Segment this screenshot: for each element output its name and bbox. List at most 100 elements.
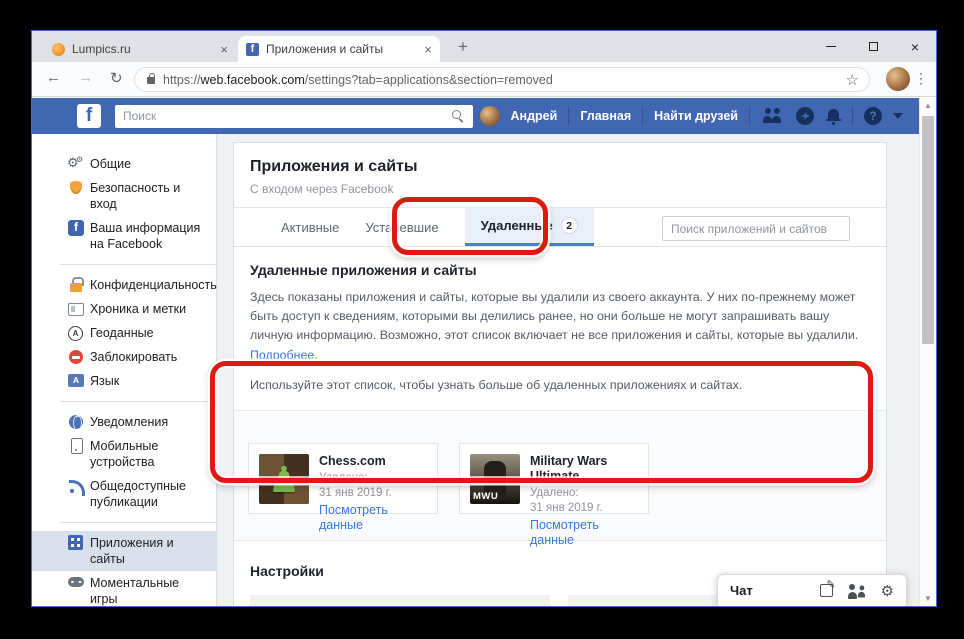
scrollbar-thumb[interactable] — [922, 116, 934, 344]
tab-close-icon[interactable]: × — [424, 42, 432, 57]
page-scrollbar[interactable]: ▲ ▼ — [919, 98, 936, 606]
forward-button[interactable]: → — [78, 69, 93, 86]
apps-websites-games-panel[interactable]: ⚙ Приложения, сайты и игры — [250, 595, 550, 606]
tab-active-apps[interactable]: Активные — [281, 208, 339, 246]
sidebar-item-label: Мобильные устройства — [90, 439, 158, 469]
sidebar-item-general[interactable]: Общие — [32, 152, 216, 176]
lock-icon — [68, 277, 84, 293]
rss-icon — [68, 478, 84, 494]
help-icon[interactable]: ? — [864, 107, 882, 125]
profile-avatar[interactable] — [480, 106, 500, 126]
facebook-navbar: f Андрей Главная Найти друзей — [32, 98, 919, 134]
facebook-search-input[interactable] — [123, 109, 452, 123]
friend-requests-icon[interactable] — [761, 108, 785, 124]
new-tab-button[interactable]: + — [452, 35, 474, 59]
address-bar[interactable]: https://web.facebook.com/settings?tab=ap… — [134, 67, 870, 92]
scroll-down-icon[interactable]: ▼ — [920, 594, 936, 603]
sidebar-item-timeline[interactable]: Хроника и метки — [32, 297, 216, 321]
navbar-right: Андрей Главная Найти друзей ? — [480, 106, 903, 126]
sidebar-item-label: Заблокировать — [90, 350, 177, 364]
sidebar-item-blocking[interactable]: Заблокировать — [32, 345, 216, 369]
facebook-logo-icon[interactable]: f — [77, 104, 101, 128]
sidebar-item-label: Приложения и сайты — [90, 536, 174, 566]
view-data-link[interactable]: Посмотреть данные — [319, 503, 427, 533]
apps-search-input[interactable] — [662, 216, 850, 241]
card-header: Приложения и сайты С входом через Facebo… — [234, 143, 886, 207]
profile-link[interactable]: Андрей — [511, 109, 558, 123]
browser-tab-lumpics[interactable]: Lumpics.ru × — [44, 36, 236, 62]
divider — [60, 264, 216, 265]
browser-profile-avatar[interactable] — [886, 67, 910, 91]
phone-icon — [68, 438, 84, 454]
sidebar-item-label: Общие — [90, 157, 131, 171]
home-link[interactable]: Главная — [580, 109, 631, 123]
back-button[interactable]: ← — [46, 69, 61, 86]
search-icon[interactable] — [452, 110, 465, 123]
chat-label: Чат — [730, 583, 820, 598]
sidebar-item-location[interactable]: Геоданные — [32, 321, 216, 345]
language-icon: A — [68, 374, 84, 387]
sidebar-item-your-info[interactable]: f Ваша информация на Facebook — [32, 216, 216, 256]
gamepad-icon — [68, 577, 84, 593]
tab-close-icon[interactable]: × — [220, 42, 228, 57]
facebook-page: f Андрей Главная Найти друзей — [32, 98, 919, 606]
sidebar-item-mobile[interactable]: Мобильные устройства — [32, 434, 216, 474]
url-path: /settings?tab=applications&section=remov… — [305, 73, 553, 87]
divider — [749, 106, 750, 126]
chat-icons: ⚙ — [820, 582, 894, 600]
removed-count-badge: 2 — [561, 217, 578, 234]
sidebar-item-security[interactable]: Безопасность и вход — [32, 176, 216, 216]
sidebar-item-public-posts[interactable]: Общедоступные публикации — [32, 474, 216, 514]
apps-tabs-row: Активные Устаревшие Удаленные 2 — [234, 207, 886, 247]
url-scheme: https:// — [163, 73, 201, 87]
people-icon[interactable] — [848, 584, 866, 598]
sidebar-item-privacy[interactable]: Конфиденциальность — [32, 273, 216, 297]
reload-button[interactable]: ↻ — [110, 69, 123, 87]
learn-more-link[interactable]: Подробнее. — [250, 348, 318, 362]
sidebar-item-label: Геоданные — [90, 326, 154, 340]
page-subtitle: С входом через Facebook — [250, 182, 870, 196]
browser-window: Lumpics.ru × f Приложения и сайты × + × … — [31, 30, 937, 607]
maximize-button[interactable] — [852, 31, 894, 62]
bookmark-star-icon[interactable]: ☆ — [846, 71, 859, 89]
window-controls: × — [810, 31, 936, 62]
section-heading: Удаленные приложения и сайты — [250, 262, 870, 278]
divider — [60, 522, 216, 523]
account-menu-caret-icon[interactable] — [893, 113, 903, 119]
view-data-link[interactable]: Посмотреть данные — [530, 518, 638, 548]
page-title: Приложения и сайты — [250, 158, 870, 176]
location-icon — [68, 325, 84, 341]
lumpics-favicon-icon — [52, 43, 65, 56]
browser-menu-icon[interactable]: ⋮ — [914, 70, 928, 87]
divider — [568, 106, 569, 126]
tab-title: Lumpics.ru — [72, 42, 213, 56]
compose-icon[interactable] — [820, 584, 833, 597]
browser-tab-facebook[interactable]: f Приложения и сайты × — [238, 36, 440, 62]
sidebar-item-label: Язык — [90, 374, 119, 388]
sidebar-item-notifications[interactable]: Уведомления — [32, 410, 216, 434]
minimize-button[interactable] — [810, 31, 852, 62]
chat-settings-gear-icon[interactable]: ⚙ — [881, 582, 894, 600]
shield-icon — [68, 181, 84, 197]
app-icon-text: MWU — [473, 491, 498, 502]
close-window-button[interactable]: × — [894, 31, 936, 62]
app-removed-date: 31 янв 2019 г. — [530, 501, 638, 516]
sidebar-item-apps-websites[interactable]: Приложения и сайты — [32, 531, 216, 571]
timeline-icon — [68, 303, 84, 319]
sidebar-item-label: Конфиденциальность — [90, 278, 217, 292]
app-removed-date: 31 янв 2019 г. — [319, 486, 427, 501]
tab-title: Приложения и сайты — [266, 42, 417, 56]
facebook-search[interactable] — [115, 105, 473, 128]
scroll-up-icon[interactable]: ▲ — [920, 101, 936, 110]
sidebar-item-language[interactable]: A Язык — [32, 369, 216, 393]
messenger-icon[interactable] — [796, 107, 814, 125]
find-friends-link[interactable]: Найти друзей — [654, 109, 738, 123]
paragraph-text: Здесь показаны приложения и сайты, котор… — [250, 290, 858, 342]
notifications-bell-icon[interactable] — [825, 108, 841, 125]
chat-bar[interactable]: Чат ⚙ — [717, 574, 907, 606]
lock-icon — [147, 77, 155, 84]
sidebar-item-instant-games[interactable]: Моментальные игры — [32, 571, 216, 606]
page-viewport: f Андрей Главная Найти друзей — [32, 98, 936, 606]
browser-toolbar: ← → ↻ https://web.facebook.com/settings?… — [32, 62, 936, 97]
sidebar-item-label: Безопасность и вход — [90, 181, 180, 211]
